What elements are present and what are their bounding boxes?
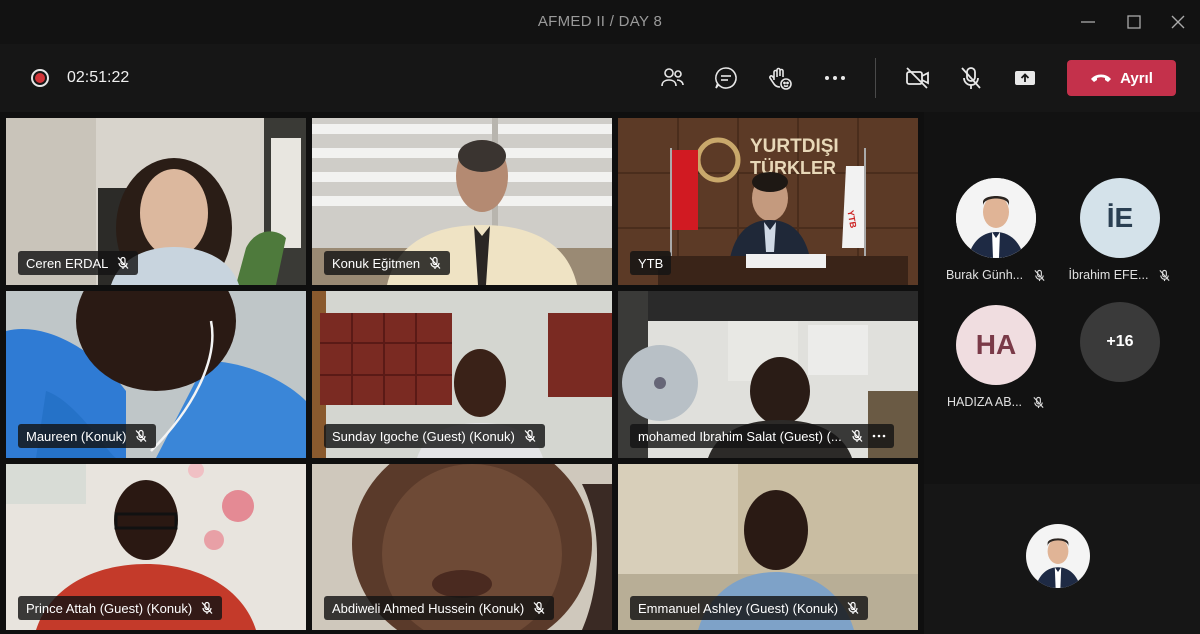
self-view — [924, 484, 1200, 634]
participant-nametag: Maureen (Konuk) — [18, 424, 157, 448]
video-tile[interactable]: Abdiweli Ahmed Hussein (Konuk) — [312, 464, 612, 630]
video-tile[interactable]: Sunday Igoche (Guest) (Konuk) — [312, 291, 612, 458]
participant-label: Burak Günh... — [936, 268, 1056, 282]
mic-off-icon — [201, 601, 213, 614]
mic-off-icon — [533, 601, 545, 614]
mic-off-icon — [429, 256, 441, 269]
participant-nametag: Konuk Eğitmen — [324, 251, 451, 275]
video-tile[interactable]: mohamed Ibrahim Salat (Guest) (... — [618, 291, 918, 458]
participant-name: Prince Attah (Guest) (Konuk) — [26, 600, 193, 616]
share-icon[interactable] — [1011, 64, 1039, 92]
participant-name: HADIZA AB... — [946, 395, 1023, 409]
profile-photo — [1026, 524, 1090, 588]
participant-nametag: mohamed Ibrahim Salat (Guest) (... — [630, 424, 894, 448]
mic-off-icon — [1159, 269, 1170, 281]
leave-button-label: Ayrıl — [1120, 69, 1153, 87]
participant-avatar-tile[interactable]: İE İbrahim EFE... — [1060, 178, 1180, 282]
sign-text: YURTDIŞI — [750, 136, 839, 157]
close-icon[interactable] — [1166, 10, 1190, 34]
phone-icon — [1091, 74, 1112, 82]
video-tile[interactable]: Emmanuel Ashley (Guest) (Konuk) — [618, 464, 918, 630]
participant-name: mohamed Ibrahim Salat (Guest) (... — [638, 428, 842, 444]
people-icon[interactable] — [658, 64, 686, 92]
more-participants-count[interactable]: +16 — [1080, 302, 1160, 382]
recording-icon — [31, 69, 49, 87]
participant-name: Maureen (Konuk) — [26, 428, 127, 444]
profile-photo — [956, 178, 1036, 258]
maximize-icon[interactable] — [1122, 10, 1146, 34]
participant-name: Sunday Igoche (Guest) (Konuk) — [332, 428, 515, 444]
video-tile[interactable]: Maureen (Konuk) — [6, 291, 306, 458]
participant-label: HADIZA AB... — [936, 395, 1056, 409]
participant-name: Ceren ERDAL — [26, 255, 109, 271]
avatar: HA — [956, 305, 1036, 385]
participant-nametag: Ceren ERDAL — [18, 251, 139, 275]
avatar — [956, 178, 1036, 258]
meeting-toolbar: 02:51:22 Ayrıl — [0, 44, 1200, 112]
participant-name: Emmanuel Ashley (Guest) (Konuk) — [638, 600, 839, 616]
avatar: İE — [1080, 178, 1160, 258]
meeting-timer: 02:51:22 — [67, 69, 130, 86]
participant-nametag: Abdiweli Ahmed Hussein (Konuk) — [324, 596, 555, 620]
mic-off-icon — [1033, 396, 1044, 408]
mic-off-icon — [1034, 269, 1045, 281]
chat-icon[interactable] — [712, 64, 740, 92]
participant-nametag: Prince Attah (Guest) (Konuk) — [18, 596, 223, 620]
self-avatar — [1026, 524, 1090, 588]
participant-nametag: Emmanuel Ashley (Guest) (Konuk) — [630, 596, 869, 620]
video-tile-active[interactable]: YURTDIŞI TÜRKLER YTB YTB — [618, 118, 918, 285]
more-icon[interactable] — [821, 64, 849, 92]
video-tile[interactable]: Ceren ERDAL — [6, 118, 306, 285]
mic-off-icon[interactable] — [957, 64, 985, 92]
participant-name: Burak Günh... — [945, 268, 1024, 282]
participant-nametag: Sunday Igoche (Guest) (Konuk) — [324, 424, 545, 448]
window-title: AFMED II / DAY 8 — [537, 13, 663, 30]
mic-off-icon — [524, 429, 536, 442]
minimize-icon[interactable] — [1076, 10, 1100, 34]
participant-label: İbrahim EFE... — [1060, 268, 1180, 282]
participant-avatar-tile[interactable]: Burak Günh... — [936, 178, 1056, 282]
participant-name: Konuk Eğitmen — [332, 255, 421, 271]
mic-off-icon — [136, 429, 147, 442]
raise-hand-icon[interactable] — [766, 64, 794, 92]
toolbar-divider — [875, 58, 876, 98]
more-participants-tile[interactable]: +16 — [1060, 302, 1180, 382]
video-tile[interactable]: Prince Attah (Guest) (Konuk) — [6, 464, 306, 630]
mic-off-icon — [851, 429, 863, 442]
participant-name: Abdiweli Ahmed Hussein (Konuk) — [332, 600, 525, 616]
participant-name: İbrahim EFE... — [1068, 268, 1149, 282]
title-bar: AFMED II / DAY 8 — [0, 0, 1200, 44]
mic-off-icon — [847, 601, 859, 614]
participant-avatar-tile[interactable]: HA HADIZA AB... — [936, 305, 1056, 409]
participant-name: YTB — [638, 255, 664, 271]
video-tile[interactable]: Konuk Eğitmen — [312, 118, 612, 285]
leave-button[interactable]: Ayrıl — [1067, 60, 1176, 96]
participant-nametag: YTB — [630, 251, 672, 275]
more-options-icon[interactable] — [872, 429, 886, 443]
mic-off-icon — [117, 256, 129, 269]
camera-off-icon[interactable] — [903, 64, 931, 92]
